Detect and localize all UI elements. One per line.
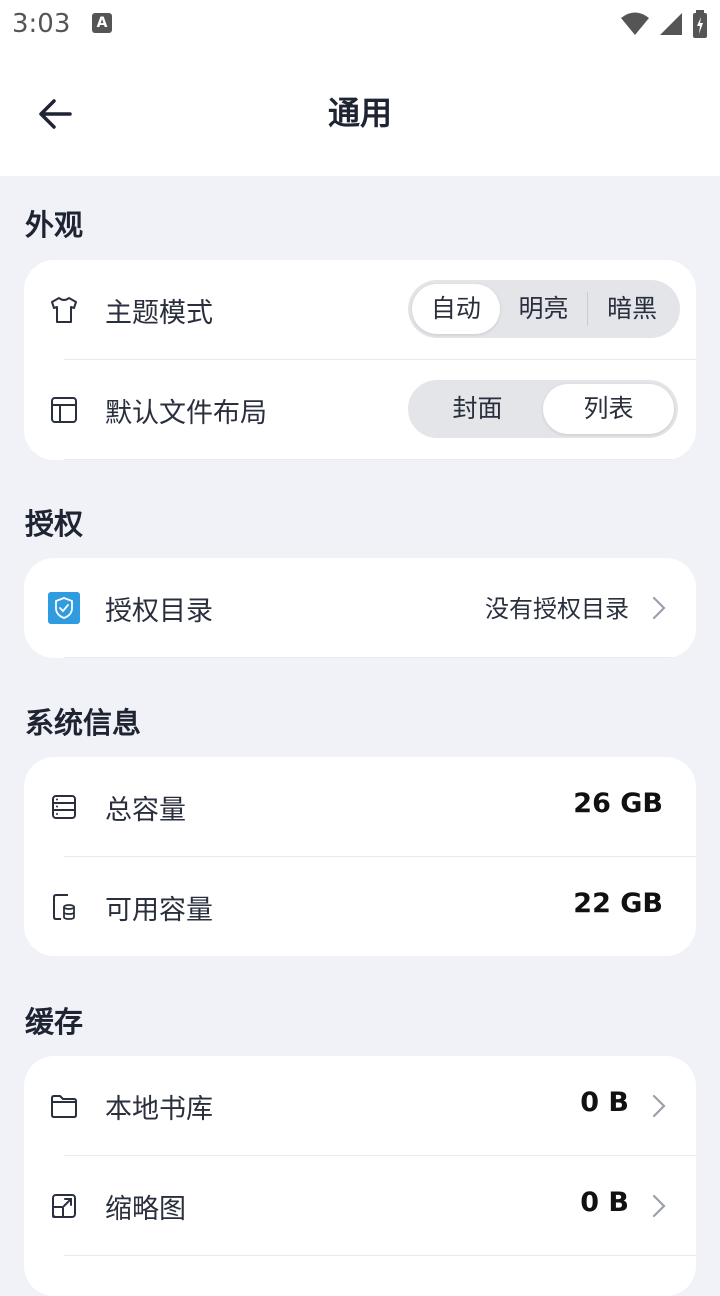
system-info-card: 总容量 26 GB 可用容量 22 GB [24, 757, 696, 956]
shield-check-icon [48, 592, 80, 624]
available-capacity-row: 可用容量 22 GB [53, 857, 696, 956]
section-title-cache: 缓存 [25, 1005, 84, 1039]
thumbnails-value: 0 B [580, 1187, 629, 1218]
auth-directory-label: 授权目录 [105, 596, 213, 627]
total-capacity-label: 总容量 [105, 795, 186, 826]
default-layout-row: 默认文件布局 封面 列表 [51, 360, 696, 460]
cache-card: 本地书库 0 B 缩略图 0 B [24, 1056, 696, 1296]
app-bar: 通用 [0, 50, 720, 176]
status-bar: 3:03 A [0, 0, 720, 50]
total-capacity-row: 总容量 26 GB [52, 757, 696, 857]
thumbnails-label: 缩略图 [105, 1194, 186, 1225]
available-capacity-value: 22 GB [573, 888, 663, 919]
wifi-icon [621, 12, 649, 35]
chevron-right-icon [652, 596, 666, 620]
file-database-icon [53, 894, 75, 920]
total-capacity-value: 26 GB [573, 788, 663, 819]
layout-option-cover[interactable]: 封面 [412, 384, 543, 434]
thumbnails-row[interactable]: 缩略图 0 B [52, 1156, 696, 1256]
signal-icon [660, 13, 682, 35]
section-title-appearance: 外观 [25, 208, 84, 242]
storage-icon [52, 795, 76, 819]
theme-option-dark[interactable]: 暗黑 [588, 284, 676, 334]
battery-icon [693, 10, 707, 38]
theme-mode-label: 主题模式 [105, 298, 213, 329]
section-title-system-info: 系统信息 [25, 706, 142, 740]
chevron-right-icon [652, 1194, 666, 1218]
section-title-authorization: 授权 [25, 507, 84, 541]
image-expand-icon [52, 1194, 76, 1218]
folder-icon [51, 1095, 77, 1118]
theme-option-light[interactable]: 明亮 [500, 284, 588, 334]
keyboard-notification-icon: A [92, 13, 112, 33]
chevron-right-icon [652, 1094, 666, 1118]
system-icons [620, 10, 708, 38]
layout-icon [51, 397, 77, 423]
status-time: 3:03 [12, 9, 71, 39]
auth-directory-row[interactable]: 授权目录 没有授权目录 [48, 558, 696, 658]
default-layout-label: 默认文件布局 [105, 398, 267, 429]
default-layout-segmented-control: 封面 列表 [408, 380, 678, 438]
local-library-row[interactable]: 本地书库 0 B [51, 1056, 696, 1156]
theme-option-auto[interactable]: 自动 [412, 284, 500, 334]
local-library-label: 本地书库 [105, 1094, 213, 1125]
theme-mode-row: 主题模式 自动 明亮 暗黑 [51, 260, 696, 360]
auth-directory-value: 没有授权目录 [485, 595, 629, 623]
local-library-value: 0 B [580, 1087, 629, 1118]
page-title: 通用 [327, 94, 392, 132]
appearance-card: 主题模式 自动 明亮 暗黑 默认文件布局 封面 列表 [24, 260, 696, 460]
available-capacity-label: 可用容量 [105, 895, 213, 926]
tshirt-icon [51, 297, 77, 323]
theme-mode-segmented-control: 自动 明亮 暗黑 [408, 280, 680, 338]
layout-option-list[interactable]: 列表 [543, 384, 674, 434]
authorization-card: 授权目录 没有授权目录 [24, 558, 696, 658]
